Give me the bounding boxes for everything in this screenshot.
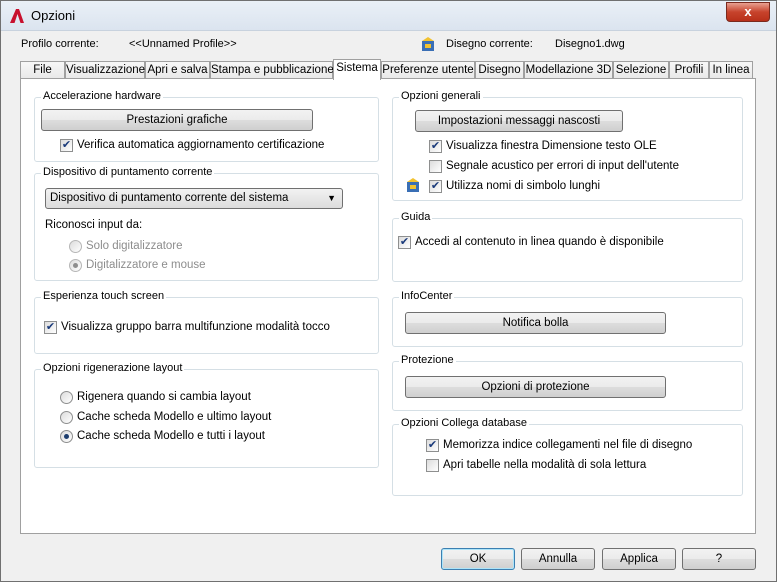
window-title: Opzioni (31, 8, 76, 23)
options-dialog: Opzioni x Profilo corrente: <<Unnamed Pr… (0, 0, 777, 582)
radio-circle (69, 259, 82, 272)
checkbox-label: Verifica automatica aggiornamento certif… (77, 139, 325, 151)
current-profile-label: Profilo corrente: (21, 38, 99, 50)
close-icon: x (744, 4, 752, 19)
tab-modellazione-3d[interactable]: Modellazione 3D (524, 61, 613, 79)
tab-visualizzazione[interactable]: Visualizzazione (65, 61, 145, 79)
group-title: Opzioni generali (399, 90, 483, 102)
radio-label: Cache scheda Modello e ultimo layout (77, 411, 272, 423)
drawing-file-icon (407, 178, 419, 192)
long-symbol-names-checkbox[interactable]: ✔ Utilizza nomi di simbolo lunghi (429, 180, 600, 194)
checkbox-label: Memorizza indice collegamenti nel file d… (443, 439, 693, 451)
radio-regen-on-switch[interactable]: Rigenera quando si cambia layout (60, 391, 251, 405)
hardware-acceleration-group: Accelerazione hardware Prestazioni grafi… (34, 90, 379, 162)
tab-strip: File Visualizzazione Apri e salva Stampa… (20, 59, 756, 80)
current-profile-value: <<Unnamed Profile>> (129, 38, 237, 50)
balloon-notification-button[interactable]: Notifica bolla (405, 312, 666, 334)
cancel-button[interactable]: Annulla (521, 548, 595, 570)
group-title: Guida (399, 211, 433, 223)
radio-cache-model-last[interactable]: Cache scheda Modello e ultimo layout (60, 411, 271, 425)
tab-panel-sistema: Accelerazione hardware Prestazioni grafi… (20, 78, 756, 534)
checkbox-box: ✔ (60, 139, 73, 152)
checkbox-box (426, 459, 439, 472)
checkbox-label: Apri tabelle nella modalità di sola lett… (443, 459, 647, 471)
auto-check-certification-checkbox[interactable]: ✔ Verifica automatica aggiornamento certi… (60, 139, 324, 153)
radio-label: Solo digitalizzatore (86, 240, 183, 252)
tab-profili[interactable]: Profili (669, 61, 709, 79)
general-options-group: Opzioni generali Impostazioni messaggi n… (392, 90, 743, 201)
tab-in-linea[interactable]: In linea (709, 61, 753, 79)
checkbox-label: Utilizza nomi di simbolo lunghi (446, 180, 601, 192)
group-title: Esperienza touch screen (41, 290, 167, 302)
tab-selezione[interactable]: Selezione (613, 61, 669, 79)
apply-button[interactable]: Applica (602, 548, 676, 570)
tab-disegno[interactable]: Disegno (475, 61, 524, 79)
checkbox-box: ✔ (426, 439, 439, 452)
online-help-checkbox[interactable]: ✔ Accedi al contenuto in linea quando è d… (398, 236, 664, 250)
db-connect-group: Opzioni Collega database ✔ Memorizza indi… (392, 417, 743, 496)
radio-circle (60, 391, 73, 404)
autocad-logo-icon (10, 9, 24, 23)
tab-sistema[interactable]: Sistema (333, 59, 381, 80)
chevron-down-icon: ▼ (327, 193, 336, 203)
checkbox-label: Visualizza gruppo barra multifunzione mo… (61, 321, 330, 333)
checkbox-label: Accedi al contenuto in linea quando è di… (415, 236, 664, 248)
close-button[interactable]: x (726, 2, 770, 22)
store-links-index-checkbox[interactable]: ✔ Memorizza indice collegamenti nel file … (426, 439, 692, 453)
checkbox-box: ✔ (44, 321, 57, 334)
group-title: Opzioni Collega database (399, 417, 529, 429)
help-button[interactable]: ? (682, 548, 756, 570)
hidden-messages-settings-button[interactable]: Impostazioni messaggi nascosti (415, 110, 623, 132)
infocenter-group: InfoCenter Notifica bolla (392, 290, 743, 347)
radio-digitizer-only[interactable]: Solo digitalizzatore (69, 240, 183, 254)
current-drawing-label: Disegno corrente: (446, 38, 533, 50)
checkbox-label: Segnale acustico per errori di input del… (446, 160, 679, 172)
radio-circle (69, 240, 82, 253)
title-bar[interactable]: Opzioni x (1, 1, 776, 31)
group-title: Accelerazione hardware (41, 90, 164, 102)
group-title: Protezione (399, 354, 456, 366)
graphics-performance-button[interactable]: Prestazioni grafiche (41, 109, 313, 131)
current-drawing-value: Disegno1.dwg (555, 38, 625, 50)
radio-circle (60, 411, 73, 424)
group-title: Dispositivo di puntamento corrente (41, 166, 215, 178)
tab-apri-e-salva[interactable]: Apri e salva (145, 61, 210, 79)
drawing-file-icon (422, 37, 434, 51)
tab-stampa-e-pubblicazione[interactable]: Stampa e pubblicazione (210, 61, 334, 79)
radio-label: Digitalizzatore e mouse (86, 259, 206, 271)
group-title: InfoCenter (399, 290, 455, 302)
pointing-device-select[interactable]: Dispositivo di puntamento corrente del s… (45, 188, 343, 209)
pointing-device-group: Dispositivo di puntamento corrente Dispo… (34, 166, 379, 281)
radio-digitizer-and-mouse[interactable]: Digitalizzatore e mouse (69, 259, 206, 273)
profile-row: Profilo corrente: <<Unnamed Profile>> Di… (21, 37, 761, 54)
checkbox-box: ✔ (429, 140, 442, 153)
security-group: Protezione Opzioni di protezione (392, 354, 743, 411)
radio-circle (60, 430, 73, 443)
help-group: Guida ✔ Accedi al contenuto in linea quan… (392, 211, 743, 282)
checkbox-box (429, 160, 442, 173)
touch-screen-group: Esperienza touch screen ✔ Visualizza grup… (34, 290, 379, 354)
checkbox-label: Visualizza finestra Dimensione testo OLE (446, 140, 657, 152)
ole-text-size-checkbox[interactable]: ✔ Visualizza finestra Dimensione testo OL… (429, 140, 657, 154)
ok-button[interactable]: OK (441, 548, 515, 570)
checkbox-box: ✔ (398, 236, 411, 249)
security-options-button[interactable]: Opzioni di protezione (405, 376, 666, 398)
select-value: Dispositivo di puntamento corrente del s… (50, 192, 289, 204)
radio-label: Cache scheda Modello e tutti i layout (77, 430, 265, 442)
read-only-tables-checkbox[interactable]: Apri tabelle nella modalità di sola lett… (426, 459, 646, 473)
tab-file[interactable]: File (20, 61, 65, 79)
touch-ribbon-checkbox[interactable]: ✔ Visualizza gruppo barra multifunzione m… (44, 321, 330, 335)
tab-preferenze-utente[interactable]: Preferenze utente (381, 61, 475, 79)
recognize-input-label: Riconosci input da: (45, 219, 143, 231)
checkbox-box: ✔ (429, 180, 442, 193)
beep-on-error-checkbox[interactable]: Segnale acustico per errori di input del… (429, 160, 679, 174)
radio-cache-model-all[interactable]: Cache scheda Modello e tutti i layout (60, 430, 265, 444)
radio-label: Rigenera quando si cambia layout (77, 391, 251, 403)
group-title: Opzioni rigenerazione layout (41, 362, 185, 374)
layout-regen-group: Opzioni rigenerazione layout Rigenera qu… (34, 362, 379, 468)
